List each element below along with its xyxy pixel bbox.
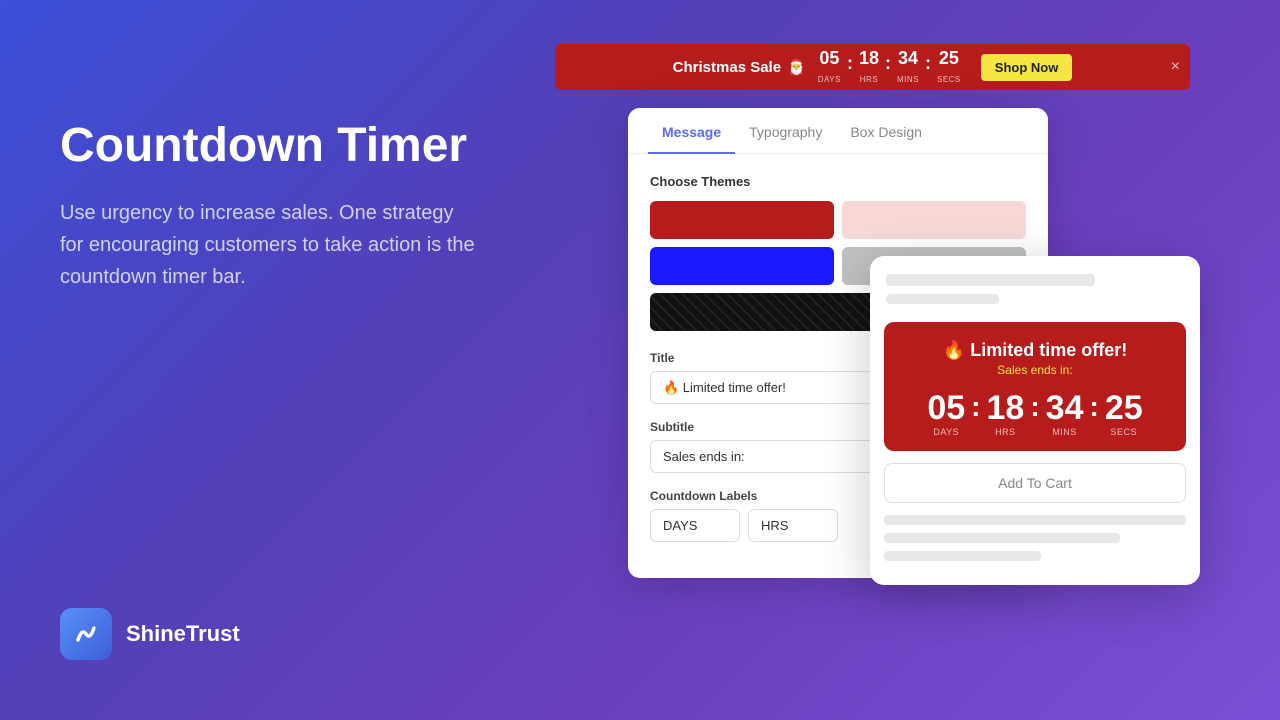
countdown-widget: 🔥 Limited time offer! Sales ends in: 05 … [884,322,1186,451]
tabs: Message Typography Box Design [628,108,1048,154]
widget-colon-2: : [1030,391,1039,423]
tab-typography[interactable]: Typography [735,108,836,154]
add-to-cart-button[interactable]: Add To Cart [884,463,1186,503]
widget-secs: 25 SECS [1105,391,1143,437]
banner-countdown: 05 DAYS : 18 HRS : 34 MINS : 25 SECS [818,48,961,87]
banner-colon-1: : [847,53,853,82]
widget-mins: 34 MINS [1046,391,1084,437]
widget-title: 🔥 Limited time offer! [898,340,1172,361]
brand: ShineTrust [60,608,240,660]
skeleton-top [870,256,1200,322]
skeleton-line-1 [886,274,1095,286]
hrs-label-input[interactable] [748,509,838,542]
banner-colon-3: : [925,53,931,82]
widget-countdown: 05 DAYS : 18 HRS : 34 MINS : 25 SECS [898,391,1172,437]
banner-days: 05 DAYS [818,48,841,87]
page-title: Countdown Timer [60,120,540,173]
shop-now-button[interactable]: Shop Now [981,54,1073,81]
banner-hrs: 18 HRS [859,48,879,87]
choose-themes-label: Choose Themes [650,174,1026,189]
widget-colon-3: : [1089,391,1098,423]
overlay-card: 🔥 Limited time offer! Sales ends in: 05 … [870,256,1200,585]
widget-days: 05 DAYS [927,391,965,437]
left-section: Countdown Timer Use urgency to increase … [60,120,540,293]
skeleton-bottom [870,515,1200,585]
banner-title: Christmas Sale 🎅 [673,58,806,76]
brand-name: ShineTrust [126,621,240,647]
top-banner: Christmas Sale 🎅 05 DAYS : 18 HRS : 34 M… [555,44,1190,90]
skeleton-line-4 [884,533,1120,543]
skeleton-line-2 [886,294,999,304]
widget-hrs: 18 HRS [987,391,1025,437]
theme-pink[interactable] [842,201,1026,239]
banner-close-button[interactable]: × [1171,58,1180,76]
theme-blue[interactable] [650,247,834,285]
tab-message[interactable]: Message [648,108,735,154]
banner-mins: 34 MINS [897,48,919,87]
page-description: Use urgency to increase sales. One strat… [60,197,480,293]
skeleton-line-5 [884,551,1041,561]
theme-red[interactable] [650,201,834,239]
days-label-input[interactable] [650,509,740,542]
widget-subtitle: Sales ends in: [898,363,1172,377]
banner-secs: 25 SECS [937,48,961,87]
brand-logo [60,608,112,660]
banner-colon-2: : [885,53,891,82]
skeleton-line-3 [884,515,1186,525]
widget-colon-1: : [971,391,980,423]
tab-box-design[interactable]: Box Design [836,108,936,154]
